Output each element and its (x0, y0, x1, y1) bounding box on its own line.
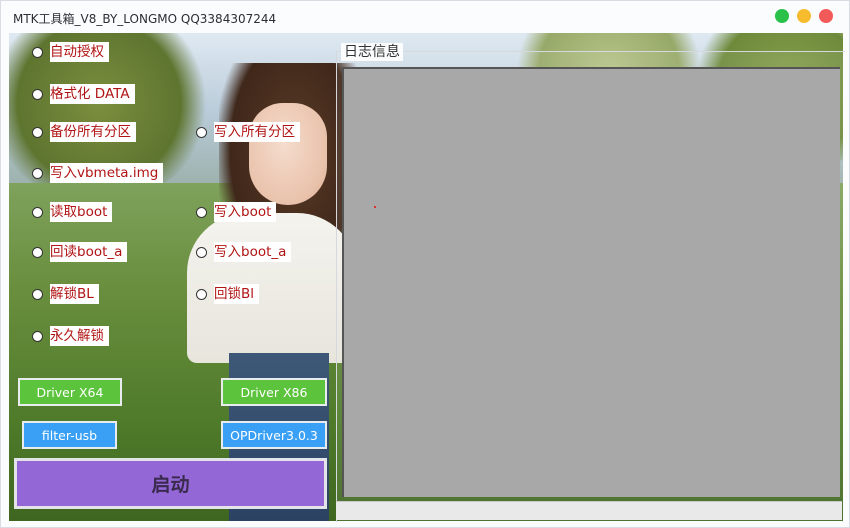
app-window: MTK工具箱_V8_BY_LONGMO QQ3384307244 自动授权 格式… (0, 0, 850, 528)
driver-x86-button[interactable]: Driver X86 (221, 378, 327, 406)
option-write-boot[interactable]: 写入boot (196, 202, 277, 222)
option-backup-all[interactable]: 备份所有分区 (32, 122, 136, 142)
radio-icon[interactable] (32, 206, 43, 218)
radio-icon[interactable] (32, 46, 43, 58)
title-bar: MTK工具箱_V8_BY_LONGMO QQ3384307244 (1, 1, 850, 33)
close-button[interactable] (819, 9, 833, 23)
driver-x64-button[interactable]: Driver X64 (18, 378, 122, 406)
radio-icon[interactable] (196, 246, 207, 258)
option-write-vbmeta[interactable]: 写入vbmeta.img (32, 163, 164, 183)
radio-icon[interactable] (196, 288, 207, 300)
radio-icon[interactable] (32, 246, 43, 258)
option-perm-unlock[interactable]: 永久解锁 (32, 326, 109, 346)
minimize-button[interactable] (797, 9, 811, 23)
radio-icon[interactable] (32, 288, 43, 300)
option-format-data[interactable]: 格式化 DATA (32, 84, 135, 104)
opdriver-button[interactable]: OPDriver3.0.3 (221, 421, 327, 449)
start-button[interactable]: 启动 (14, 458, 327, 509)
maximize-button[interactable] (775, 9, 789, 23)
radio-icon[interactable] (32, 88, 43, 100)
option-auto-auth[interactable]: 自动授权 (32, 42, 109, 62)
option-write-all[interactable]: 写入所有分区 (196, 122, 300, 142)
option-unlock-bl[interactable]: 解锁BL (32, 284, 99, 304)
filter-usb-button[interactable]: filter-usb (22, 421, 117, 449)
radio-icon[interactable] (32, 330, 43, 342)
radio-icon[interactable] (196, 126, 207, 138)
option-write-boot-a[interactable]: 写入boot_a (196, 242, 292, 262)
radio-icon[interactable] (196, 206, 207, 218)
radio-icon[interactable] (32, 126, 43, 138)
log-scrollbar[interactable] (336, 501, 842, 520)
log-textarea[interactable] (342, 67, 840, 497)
person-face (249, 103, 327, 205)
option-readback-boot-a[interactable]: 回读boot_a (32, 242, 128, 262)
log-title: 日志信息 (341, 43, 403, 61)
window-title: MTK工具箱_V8_BY_LONGMO QQ3384307244 (13, 12, 277, 26)
log-marker (374, 206, 376, 208)
option-read-boot[interactable]: 读取boot (32, 202, 113, 222)
radio-icon[interactable] (32, 167, 43, 179)
option-relock-bl[interactable]: 回锁Bl (196, 284, 260, 304)
